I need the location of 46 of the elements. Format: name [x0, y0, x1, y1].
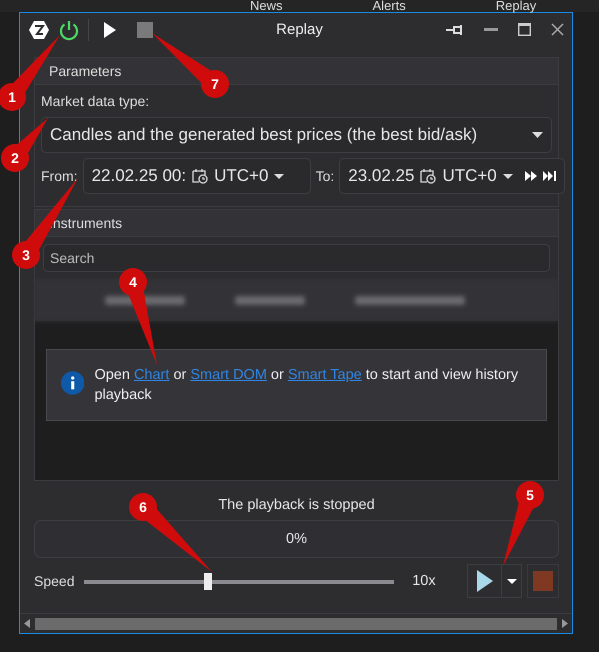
dropdown-button[interactable] [502, 564, 522, 598]
status-text: The playback is stopped [218, 497, 375, 513]
speed-label: Speed [34, 573, 74, 589]
calendar-clock-icon[interactable] [192, 168, 208, 184]
caret-icon [274, 174, 284, 178]
play-button[interactable] [466, 564, 502, 598]
calendar-clock-icon[interactable] [420, 168, 436, 184]
info-text: Open Chart or Smart DOM or Smart Tape to start and view history playback [94, 366, 520, 405]
info-icon [61, 370, 84, 396]
horizontal-scrollbar[interactable] [20, 613, 572, 633]
pin-icon[interactable] [446, 24, 464, 34]
stop-icon [533, 571, 554, 591]
slider-thumb[interactable] [204, 572, 212, 590]
close-icon[interactable] [551, 23, 564, 36]
play-icon[interactable] [103, 22, 117, 38]
power-icon[interactable] [58, 18, 80, 40]
scroll-left-icon[interactable] [24, 619, 30, 628]
caret-icon [532, 132, 543, 138]
search-field[interactable]: Search [43, 244, 550, 272]
play-icon [476, 570, 492, 592]
maximize-icon[interactable] [518, 23, 531, 36]
callout-badge: 3 [12, 241, 40, 269]
date-field[interactable]: 22.02.25 00: UTC+0 [82, 158, 311, 194]
panel-title: Parameters [49, 63, 122, 79]
window-title: Replay [275, 21, 324, 38]
field-label: To: [316, 168, 334, 184]
field-label: Market data type: [41, 93, 150, 109]
skip-to-end-icon[interactable] [542, 171, 556, 181]
scroll-right-icon[interactable] [562, 619, 568, 628]
toolbar-label[interactable]: Replay [496, 0, 536, 12]
callout-badge: 1 [0, 83, 26, 111]
caret-icon [506, 578, 517, 584]
date-field[interactable]: 23.02.25 UTC+0 [339, 158, 565, 194]
toolbar-label[interactable]: Alerts [372, 0, 406, 12]
speed-slider[interactable] [84, 572, 394, 590]
stop-icon[interactable] [137, 22, 153, 38]
callout-badge: 2 [1, 144, 29, 172]
minimize-icon[interactable] [484, 28, 498, 32]
logo-icon [28, 20, 50, 40]
caret-icon [502, 174, 513, 178]
market-data-dropdown[interactable]: Candles and the generated best prices (the best bid/ask) [41, 117, 552, 153]
progress-text: 0% [286, 531, 307, 547]
toolbar-label[interactable]: News [250, 0, 283, 12]
field-label: From: [41, 168, 78, 184]
speed-value: 10x [412, 573, 437, 589]
fast-forward-icon[interactable] [524, 171, 537, 181]
